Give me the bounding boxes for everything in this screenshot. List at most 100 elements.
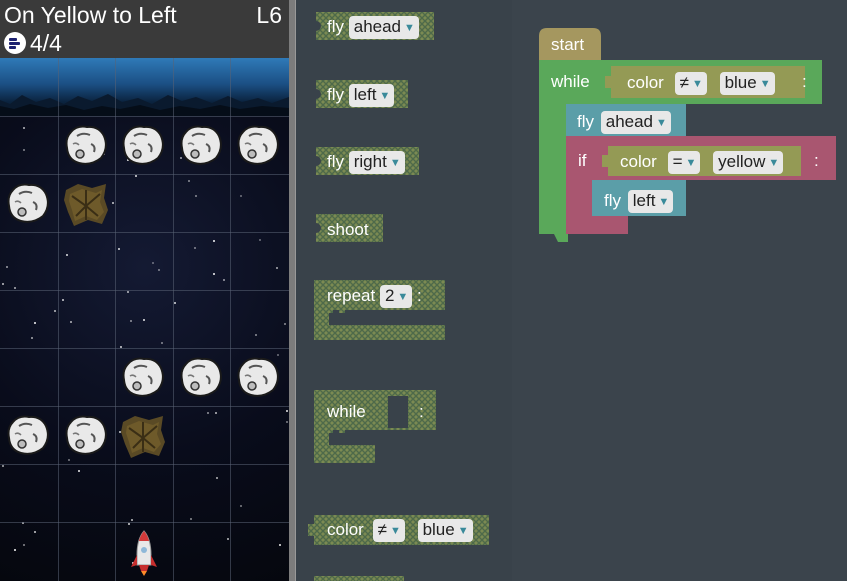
asteroid-icon: [63, 412, 111, 460]
repeat-count-dropdown[interactable]: 2 ▼: [379, 285, 413, 308]
star: [158, 269, 160, 271]
star: [194, 247, 196, 249]
star: [23, 127, 25, 129]
panel-divider[interactable]: [289, 0, 296, 581]
star: [127, 291, 129, 293]
star: [240, 195, 242, 197]
star: [190, 518, 192, 520]
star: [161, 342, 163, 344]
direction-dropdown[interactable]: ahead ▼: [348, 16, 419, 39]
colon: :: [419, 402, 424, 421]
asteroid-icon: [5, 412, 53, 460]
while-keyword: while: [327, 402, 366, 421]
color-dropdown[interactable]: yellow ▼: [713, 151, 784, 174]
if-condition-block[interactable]: color = ▼ yellow ▼: [620, 151, 784, 174]
star: [240, 505, 242, 507]
star: [34, 322, 36, 324]
level-title: On Yellow to Left: [4, 2, 177, 28]
grid-line: [230, 58, 231, 581]
toolbox-repeat-block[interactable]: repeat 2 ▼ :: [327, 285, 422, 308]
toolbox: fly ahead ▼ fly left ▼ fly right ▼ shoot re…: [296, 0, 512, 581]
star: [112, 202, 114, 204]
color-keyword: color: [327, 520, 364, 539]
direction-dropdown[interactable]: left ▼: [627, 190, 674, 213]
grid-line: [0, 174, 289, 175]
star: [135, 175, 137, 177]
if-keyword: if: [578, 151, 587, 170]
direction-dropdown[interactable]: right ▼: [348, 151, 405, 174]
game-grid: [0, 58, 289, 581]
game-header: On Yellow to Left L6 4/4: [0, 0, 289, 58]
direction-dropdown[interactable]: ahead ▼: [600, 111, 671, 134]
star: [284, 323, 286, 325]
color-dropdown[interactable]: blue ▼: [417, 519, 473, 542]
start-block[interactable]: start: [551, 35, 584, 55]
star: [259, 239, 261, 241]
grid-line: [173, 58, 174, 581]
asteroid-icon: [178, 122, 226, 170]
star: [23, 149, 25, 151]
star: [66, 254, 68, 256]
toolbox-fly-ahead-block[interactable]: fly ahead ▼: [327, 16, 419, 39]
asteroid-icon: [5, 180, 53, 228]
star: [276, 267, 278, 269]
code-lines-icon: [4, 32, 26, 54]
operator-dropdown[interactable]: ≠ ▼: [674, 72, 707, 95]
asteroid-icon: [120, 122, 168, 170]
dropdown-arrow-icon: ▼: [656, 117, 667, 129]
line-count: 4/4: [30, 30, 62, 56]
fly-keyword: fly: [327, 17, 344, 36]
grid-line: [0, 522, 289, 523]
fly-left-block[interactable]: fly left ▼: [604, 190, 674, 213]
star: [14, 287, 16, 289]
grid-line: [58, 58, 59, 581]
asteroid-icon: [63, 122, 111, 170]
color-keyword: color: [620, 152, 657, 171]
yellow-cell-icon: [119, 412, 167, 460]
fly-keyword: fly: [327, 152, 344, 171]
star: [2, 283, 4, 285]
toolbox-fly-right-block[interactable]: fly right ▼: [327, 151, 405, 174]
star: [118, 248, 120, 250]
fly-keyword: fly: [327, 85, 344, 104]
star: [213, 240, 215, 242]
star: [143, 319, 145, 321]
dropdown-arrow-icon: ▼: [379, 90, 391, 102]
while-condition-block[interactable]: color ≠ ▼ blue ▼: [627, 72, 775, 95]
toolbox-while-block[interactable]: while :: [327, 402, 424, 422]
fly-keyword: fly: [604, 191, 621, 210]
dropdown-arrow-icon: ▼: [404, 22, 415, 34]
star: [2, 465, 4, 467]
asteroid-icon: [120, 354, 168, 402]
asteroid-icon: [178, 354, 226, 402]
colon: :: [417, 286, 422, 305]
star: [128, 523, 130, 525]
star: [130, 320, 132, 322]
star: [152, 262, 154, 264]
toolbox-color-condition-block[interactable]: color ≠ ▼ blue ▼: [327, 519, 473, 542]
dropdown-arrow-icon: ▼: [389, 157, 401, 169]
planet-horizon: [0, 58, 289, 116]
fly-ahead-block[interactable]: fly ahead ▼: [577, 111, 671, 134]
color-dropdown[interactable]: blue ▼: [719, 72, 775, 95]
operator-dropdown[interactable]: ≠ ▼: [372, 519, 405, 542]
star: [34, 531, 36, 533]
while-colon: :: [802, 72, 807, 91]
direction-dropdown[interactable]: left ▼: [348, 84, 395, 107]
repeat-keyword: repeat: [327, 286, 376, 305]
grid-line: [0, 464, 289, 465]
dropdown-arrow-icon: ▼: [457, 525, 469, 537]
toolbox-fly-left-block[interactable]: fly left ▼: [327, 84, 395, 107]
if-colon: :: [814, 151, 819, 170]
grid-line: [0, 406, 289, 407]
star: [215, 412, 217, 414]
dropdown-arrow-icon: ▼: [685, 157, 697, 169]
level-number: L6: [256, 2, 282, 28]
shoot-keyword: shoot: [327, 220, 369, 239]
star: [213, 273, 215, 275]
color-keyword: color: [627, 73, 664, 92]
star: [131, 519, 133, 521]
game-panel: On Yellow to Left L6 4/4: [0, 0, 289, 581]
operator-dropdown[interactable]: = ▼: [667, 151, 701, 174]
toolbox-shoot-block[interactable]: shoot: [327, 220, 369, 240]
